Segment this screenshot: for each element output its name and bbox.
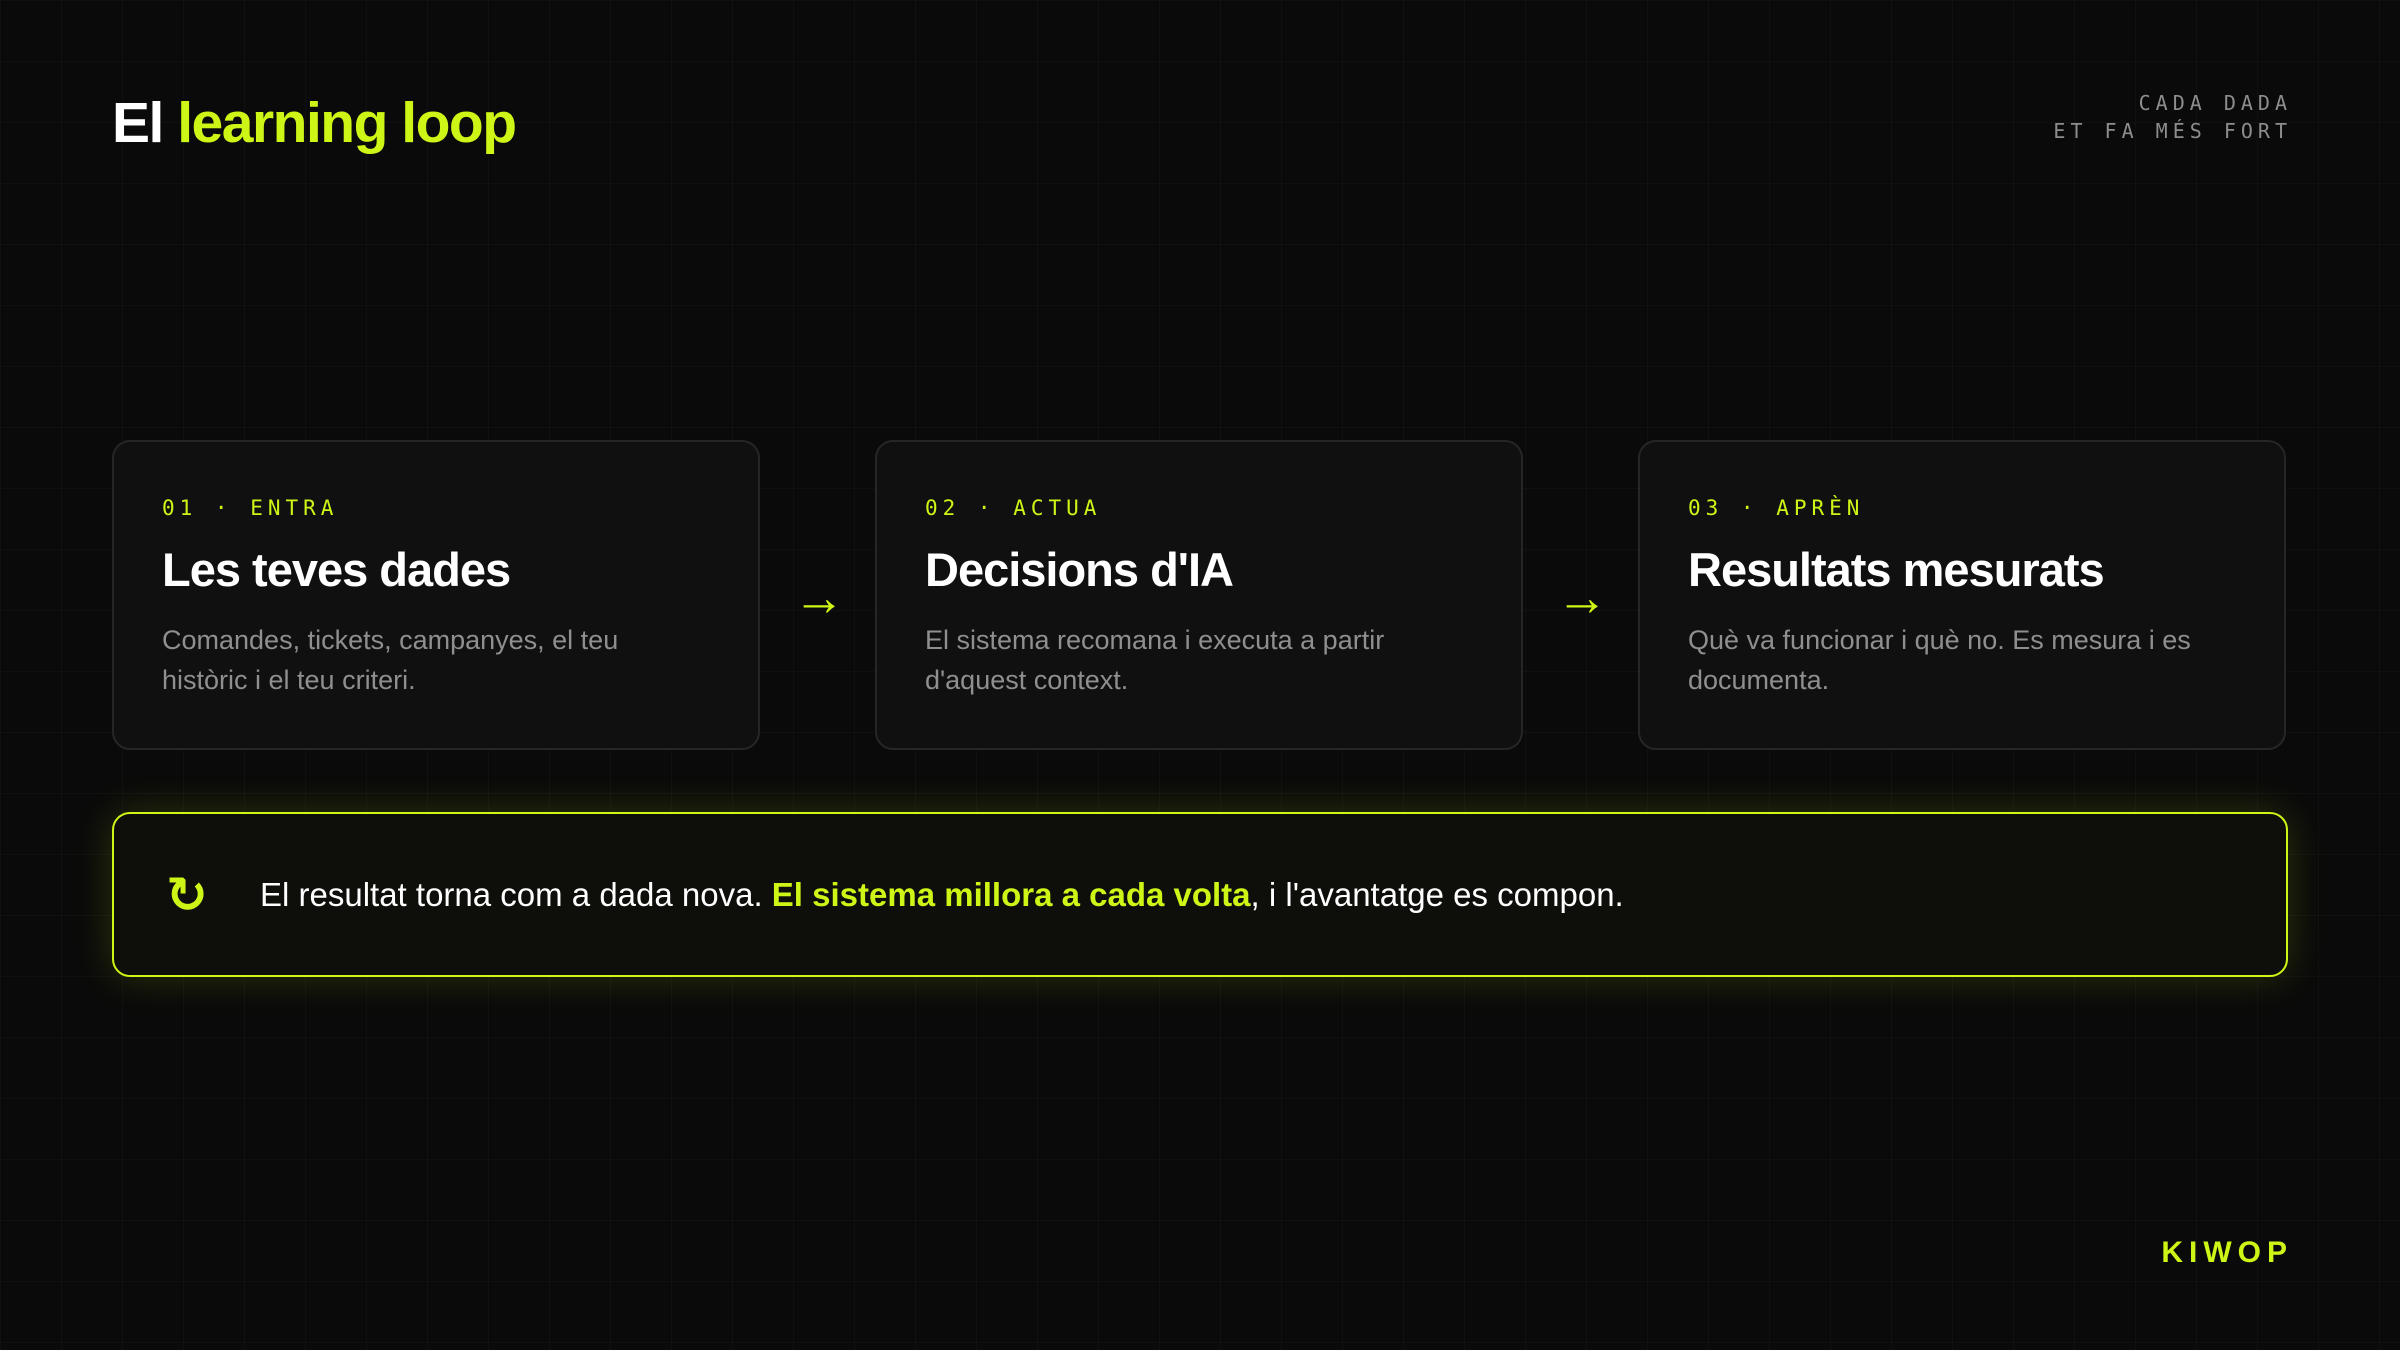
loop-text-after: , i l'avantatge es compon. [1250, 875, 1624, 913]
loop-banner: ↻ El resultat torna com a dada nova. El … [112, 812, 2288, 977]
step-title: Decisions d'IA [925, 543, 1234, 596]
step-card-entra: 01 · ENTRA Les teves dades Comandes, tic… [112, 440, 760, 750]
step-label: 02 · ACTUA [925, 496, 1102, 520]
step-card-apren: 03 · APRÈN Resultats mesurats Què va fun… [1638, 440, 2286, 750]
arrow-right-icon: → [793, 569, 845, 627]
loop-text: El resultat torna com a dada nova. El si… [260, 876, 1624, 914]
step-card-actua: 02 · ACTUA Decisions d'IA El sistema rec… [875, 440, 1523, 750]
tagline-line-2: ET FA MÉS FORT [2053, 119, 2292, 143]
title-prefix: El [112, 91, 164, 155]
step-label: 03 · APRÈN [1688, 496, 1865, 520]
step-title: Resultats mesurats [1688, 543, 2105, 596]
tagline: CADA DADA ET FA MÉS FORT [2053, 89, 2292, 145]
refresh-icon: ↻ [166, 866, 208, 923]
title-accent: learning loop [177, 91, 517, 155]
step-title: Les teves dades [162, 543, 511, 596]
tagline-line-1: CADA DADA [2138, 91, 2292, 115]
step-description: El sistema recomana i executa a partir d… [925, 625, 1385, 695]
step-description: Comandes, tickets, campanyes, el teu his… [162, 625, 619, 695]
brand-logo: KIWOP [2161, 1236, 2293, 1269]
page-title: El learning loop [112, 88, 517, 158]
loop-text-before: El resultat torna com a dada nova. [260, 875, 772, 913]
arrow-right-icon: → [1556, 569, 1608, 627]
step-description: Què va funcionar i què no. Es mesura i e… [1688, 625, 2191, 695]
loop-text-highlight: El sistema millora a cada volta [771, 875, 1251, 913]
step-label: 01 · ENTRA [162, 496, 339, 520]
